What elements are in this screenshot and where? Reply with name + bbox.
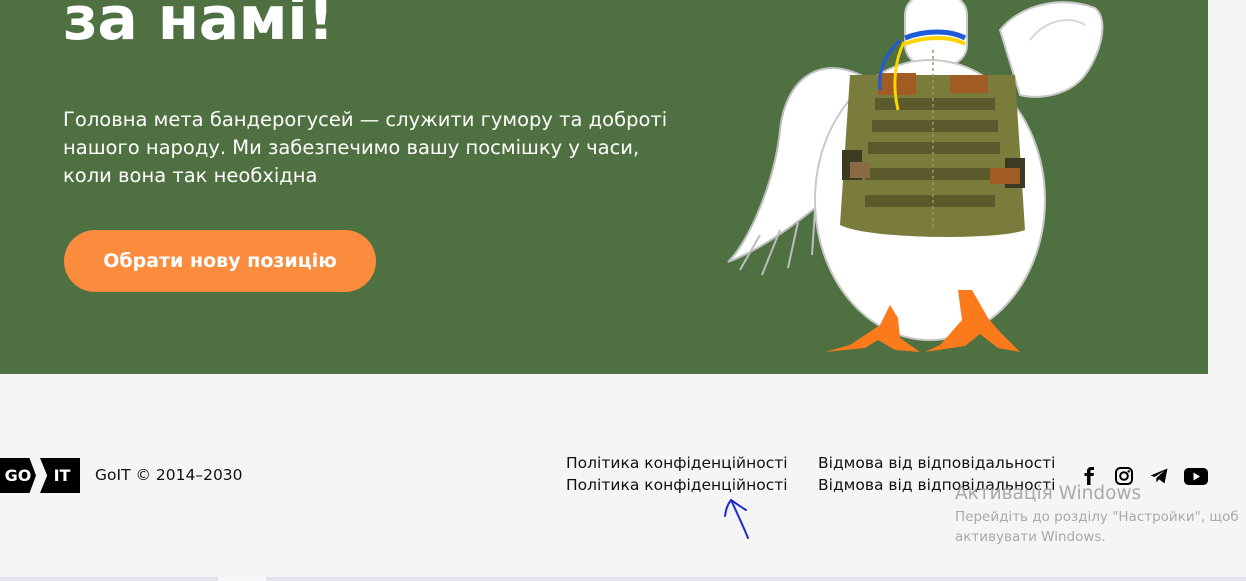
logo-go: GO (0, 458, 36, 493)
goose-illustration (727, 0, 1104, 352)
disclaimer-link[interactable]: Відмова від відповідальності (818, 454, 1055, 472)
windows-activation-subtitle: Перейдіть до розділу "Настройки", щоб ак… (955, 509, 1239, 545)
bottom-strip (0, 577, 1246, 581)
telegram-icon[interactable] (1148, 465, 1170, 487)
choose-position-button[interactable]: Обрати нову позицію (64, 230, 376, 292)
copyright: GoIT © 2014–2030 (95, 466, 243, 484)
logo-it: IT (40, 458, 80, 493)
youtube-icon[interactable] (1183, 465, 1208, 487)
hero-title: за намі! (63, 0, 335, 54)
hand-drawn-arrow-annotation (724, 499, 749, 539)
goit-logo[interactable]: GO IT (0, 458, 80, 493)
privacy-policy-link[interactable]: Політика конфіденційності (566, 454, 788, 472)
hero-description: Головна мета бандерогусей — служити гумо… (63, 108, 668, 187)
windows-activation-title: Активація Windows (955, 483, 1142, 504)
hero-section: за намі! Головна мета бандерогусей — слу… (0, 0, 1208, 374)
